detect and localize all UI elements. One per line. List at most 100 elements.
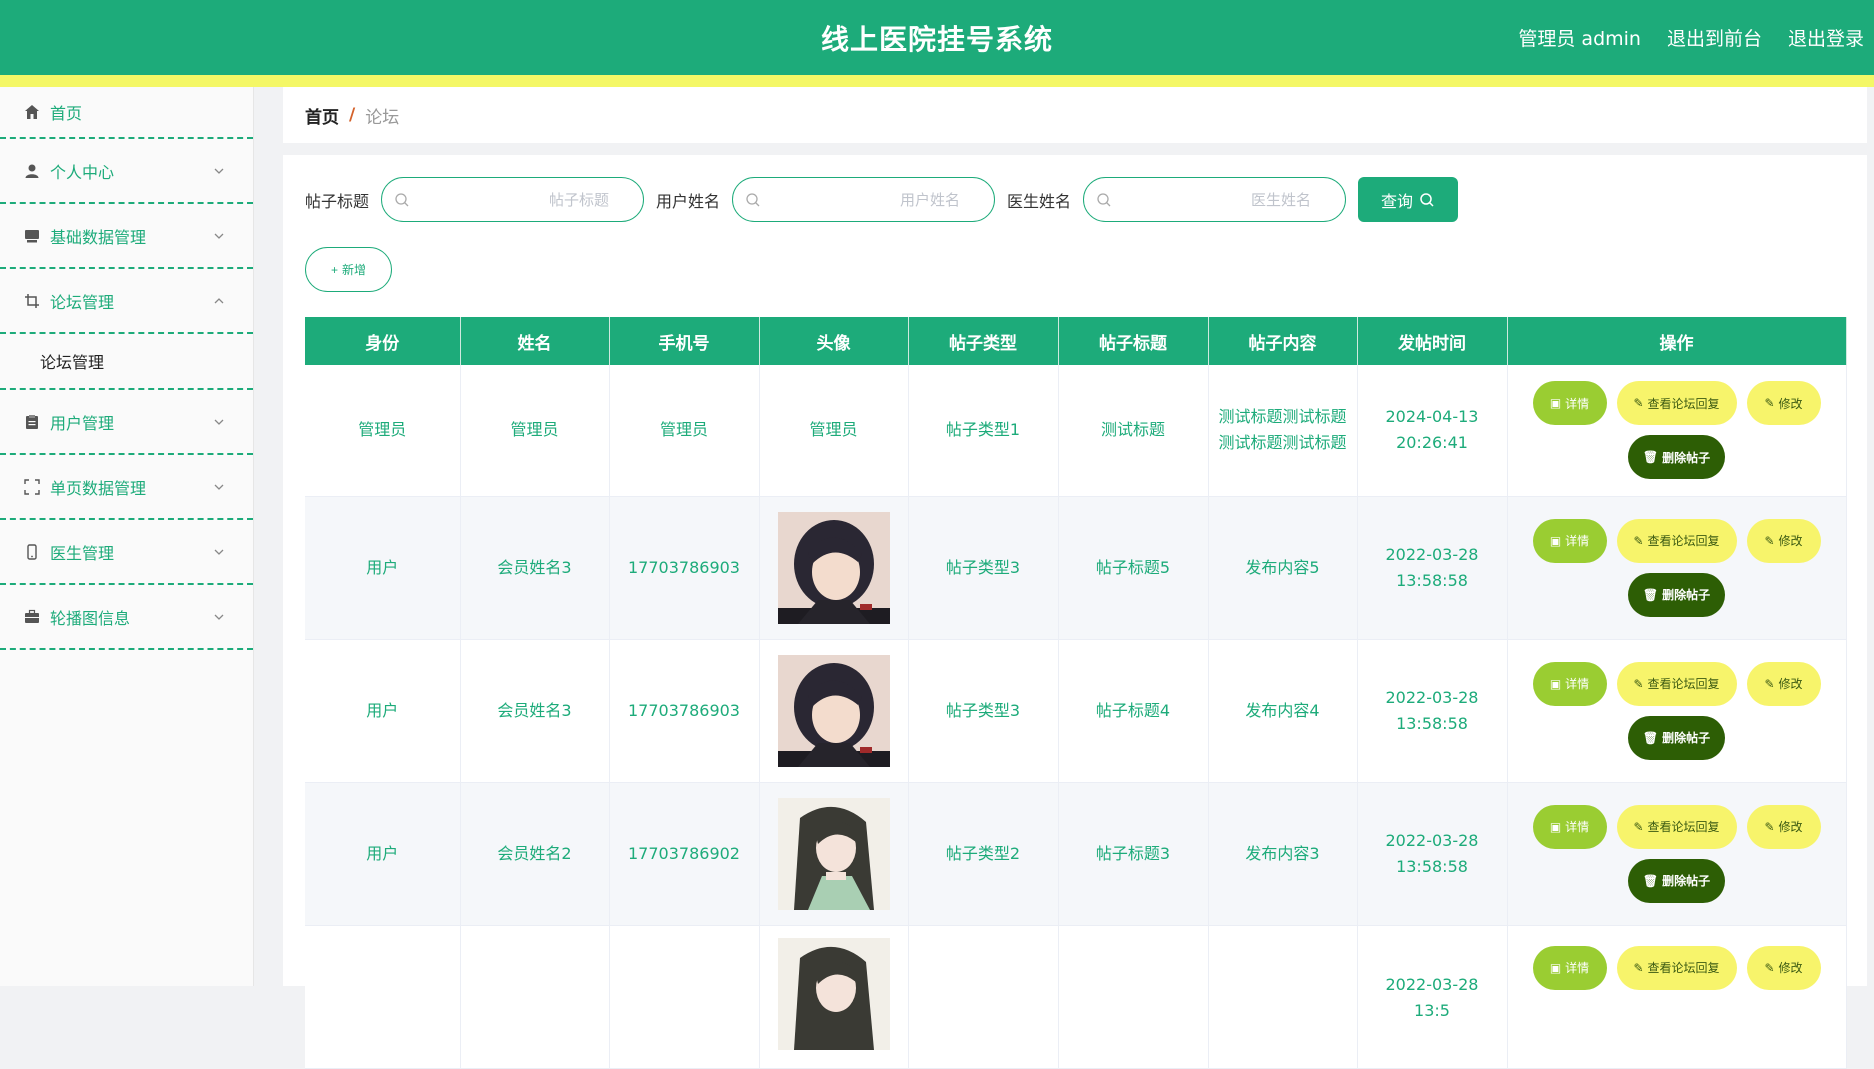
detail-button[interactable]: ▣ 详情 <box>1532 945 1607 990</box>
main-content: 帖子标题 用户姓名 医生姓名 查询 + 新增 身份 姓名 <box>283 155 1867 1069</box>
admin-label: 管理员 admin <box>1518 28 1641 50</box>
cell-type: 帖子类型3 <box>908 496 1059 640</box>
sidebar-item-doctor-management[interactable]: 医生管理 <box>0 520 253 585</box>
sidebar-item-user-management[interactable]: 用户管理 <box>0 390 253 455</box>
cell-type: 帖子类型3 <box>908 639 1059 783</box>
user-name-input[interactable] <box>733 178 995 221</box>
cell-name: 管理员 <box>460 365 610 497</box>
column-header: 手机号 <box>609 317 760 365</box>
user-name-field <box>732 177 996 222</box>
cell-role: 用户 <box>305 496 461 640</box>
sidebar-item-home[interactable]: 首页 <box>0 87 253 139</box>
detail-button[interactable]: ▣ 详情 <box>1532 381 1607 426</box>
view-reply-button[interactable]: ✎ 查看论坛回复 <box>1616 518 1737 563</box>
breadcrumb-current: 论坛 <box>365 107 400 128</box>
edit-label: 修改 <box>1778 677 1803 691</box>
detail-button[interactable]: ▣ 详情 <box>1532 804 1607 849</box>
cell-title: 帖子标题5 <box>1058 496 1209 640</box>
delete-button[interactable]: 🗑 删除帖子 <box>1628 715 1725 760</box>
add-button[interactable]: + 新增 <box>305 247 392 292</box>
forum-table: 身份 姓名 手机号 头像 帖子类型 帖子标题 帖子内容 发帖时间 操作 管理员 … <box>305 317 1847 1069</box>
avatar[interactable] <box>777 654 890 767</box>
delete-button[interactable]: 🗑 删除帖子 <box>1628 435 1725 480</box>
edit-button[interactable]: ✎ 修改 <box>1746 804 1821 849</box>
sidebar-item-label: 首页 <box>50 104 83 123</box>
edit-pen-icon: ✎ <box>1633 960 1644 975</box>
sidebar-item-forum-management[interactable]: 论坛管理 <box>0 269 253 334</box>
delete-label: 删除帖子 <box>1662 874 1711 888</box>
view-reply-label: 查看论坛回复 <box>1647 534 1720 548</box>
detail-label: 详情 <box>1565 961 1590 975</box>
edit-pen-icon: ✎ <box>1764 396 1775 411</box>
trash-icon: 🗑 <box>1642 730 1659 745</box>
cell-role: 管理员 <box>305 365 461 497</box>
edit-pen-icon: ✎ <box>1633 396 1644 411</box>
edit-button[interactable]: ✎ 修改 <box>1746 945 1821 990</box>
sidebar-item-basic-data[interactable]: 基础数据管理 <box>0 204 253 269</box>
column-header: 帖子类型 <box>908 317 1059 365</box>
edit-label: 修改 <box>1778 534 1803 548</box>
search-bar: 帖子标题 用户姓名 医生姓名 查询 <box>305 177 1459 222</box>
cell-actions: ▣ 详情 ✎ 查看论坛回复 ✎ 修改 🗑 删除帖子 <box>1507 496 1847 640</box>
edit-button[interactable]: ✎ 修改 <box>1746 661 1821 706</box>
edit-pen-icon: ✎ <box>1633 819 1644 834</box>
detail-icon: ▣ <box>1549 396 1562 411</box>
cell-phone: 17703786903 <box>609 639 760 783</box>
exit-to-front-link[interactable]: 退出到前台 <box>1667 24 1762 51</box>
sidebar-item-personal-center[interactable]: 个人中心 <box>0 139 253 204</box>
query-button[interactable]: 查询 <box>1358 177 1459 222</box>
cell-title: 测试标题 <box>1058 365 1209 497</box>
cell-time: 2024-04-13 20:26:41 <box>1357 365 1508 497</box>
view-reply-label: 查看论坛回复 <box>1647 820 1720 834</box>
cell-avatar <box>759 925 909 1069</box>
avatar[interactable] <box>777 511 890 624</box>
breadcrumb-separator: / <box>349 105 356 125</box>
trash-icon: 🗑 <box>1642 587 1659 602</box>
delete-button[interactable]: 🗑 删除帖子 <box>1628 858 1725 903</box>
sidebar-item-carousel-info[interactable]: 轮播图信息 <box>0 585 253 650</box>
view-reply-button[interactable]: ✎ 查看论坛回复 <box>1616 661 1737 706</box>
edit-button[interactable]: ✎ 修改 <box>1746 518 1821 563</box>
post-title-input[interactable] <box>382 178 644 221</box>
cell-content: 测试标题测试标题测试标题测试标题 <box>1208 365 1358 497</box>
cell-type: 帖子类型1 <box>908 365 1059 497</box>
logout-link[interactable]: 退出登录 <box>1788 24 1864 51</box>
user-name-label: 用户姓名 <box>656 191 721 211</box>
sidebar-subitem-forum-management[interactable]: 论坛管理 <box>0 334 253 390</box>
cell-role: 用户 <box>305 782 461 926</box>
cell-title <box>1058 925 1209 1069</box>
doctor-name-input[interactable] <box>1084 178 1346 221</box>
detail-icon: ▣ <box>1549 533 1562 548</box>
edit-button[interactable]: ✎ 修改 <box>1746 381 1821 426</box>
detail-label: 详情 <box>1565 820 1590 834</box>
cell-avatar: 管理员 <box>759 365 909 497</box>
sidebar-item-single-page-data[interactable]: 单页数据管理 <box>0 455 253 520</box>
search-icon <box>1420 192 1434 207</box>
view-reply-button[interactable]: ✎ 查看论坛回复 <box>1616 945 1737 990</box>
edit-pen-icon: ✎ <box>1764 819 1775 834</box>
detail-button[interactable]: ▣ 详情 <box>1532 518 1607 563</box>
cell-time: 2022-03-28 13:58:58 <box>1357 782 1508 926</box>
column-header: 帖子标题 <box>1058 317 1209 365</box>
delete-button[interactable]: 🗑 删除帖子 <box>1628 572 1725 617</box>
edit-label: 修改 <box>1778 396 1803 411</box>
detail-icon: ▣ <box>1549 676 1562 691</box>
breadcrumb-home[interactable]: 首页 <box>305 103 339 128</box>
fullscreen-icon <box>24 478 40 495</box>
search-icon <box>1097 193 1111 207</box>
chevron-down-icon <box>214 168 224 174</box>
cell-content: 发布内容3 <box>1208 782 1358 926</box>
avatar[interactable] <box>777 937 890 1050</box>
trash-icon: 🗑 <box>1642 873 1659 888</box>
view-reply-button[interactable]: ✎ 查看论坛回复 <box>1616 381 1737 426</box>
view-reply-button[interactable]: ✎ 查看论坛回复 <box>1616 804 1737 849</box>
edit-label: 修改 <box>1778 961 1803 975</box>
sidebar-item-label: 轮播图信息 <box>50 608 131 628</box>
table-row: 用户 会员姓名3 17703786903 帖子类型3 帖子标题5 发布内容5 2… <box>305 496 1847 640</box>
trash-icon: 🗑 <box>1642 450 1659 465</box>
detail-button[interactable]: ▣ 详情 <box>1532 661 1607 706</box>
avatar[interactable] <box>777 797 890 910</box>
table-header-row: 身份 姓名 手机号 头像 帖子类型 帖子标题 帖子内容 发帖时间 操作 <box>305 317 1847 365</box>
cell-phone: 管理员 <box>609 365 760 497</box>
cell-time: 2022-03-28 13:5 <box>1357 925 1508 1069</box>
